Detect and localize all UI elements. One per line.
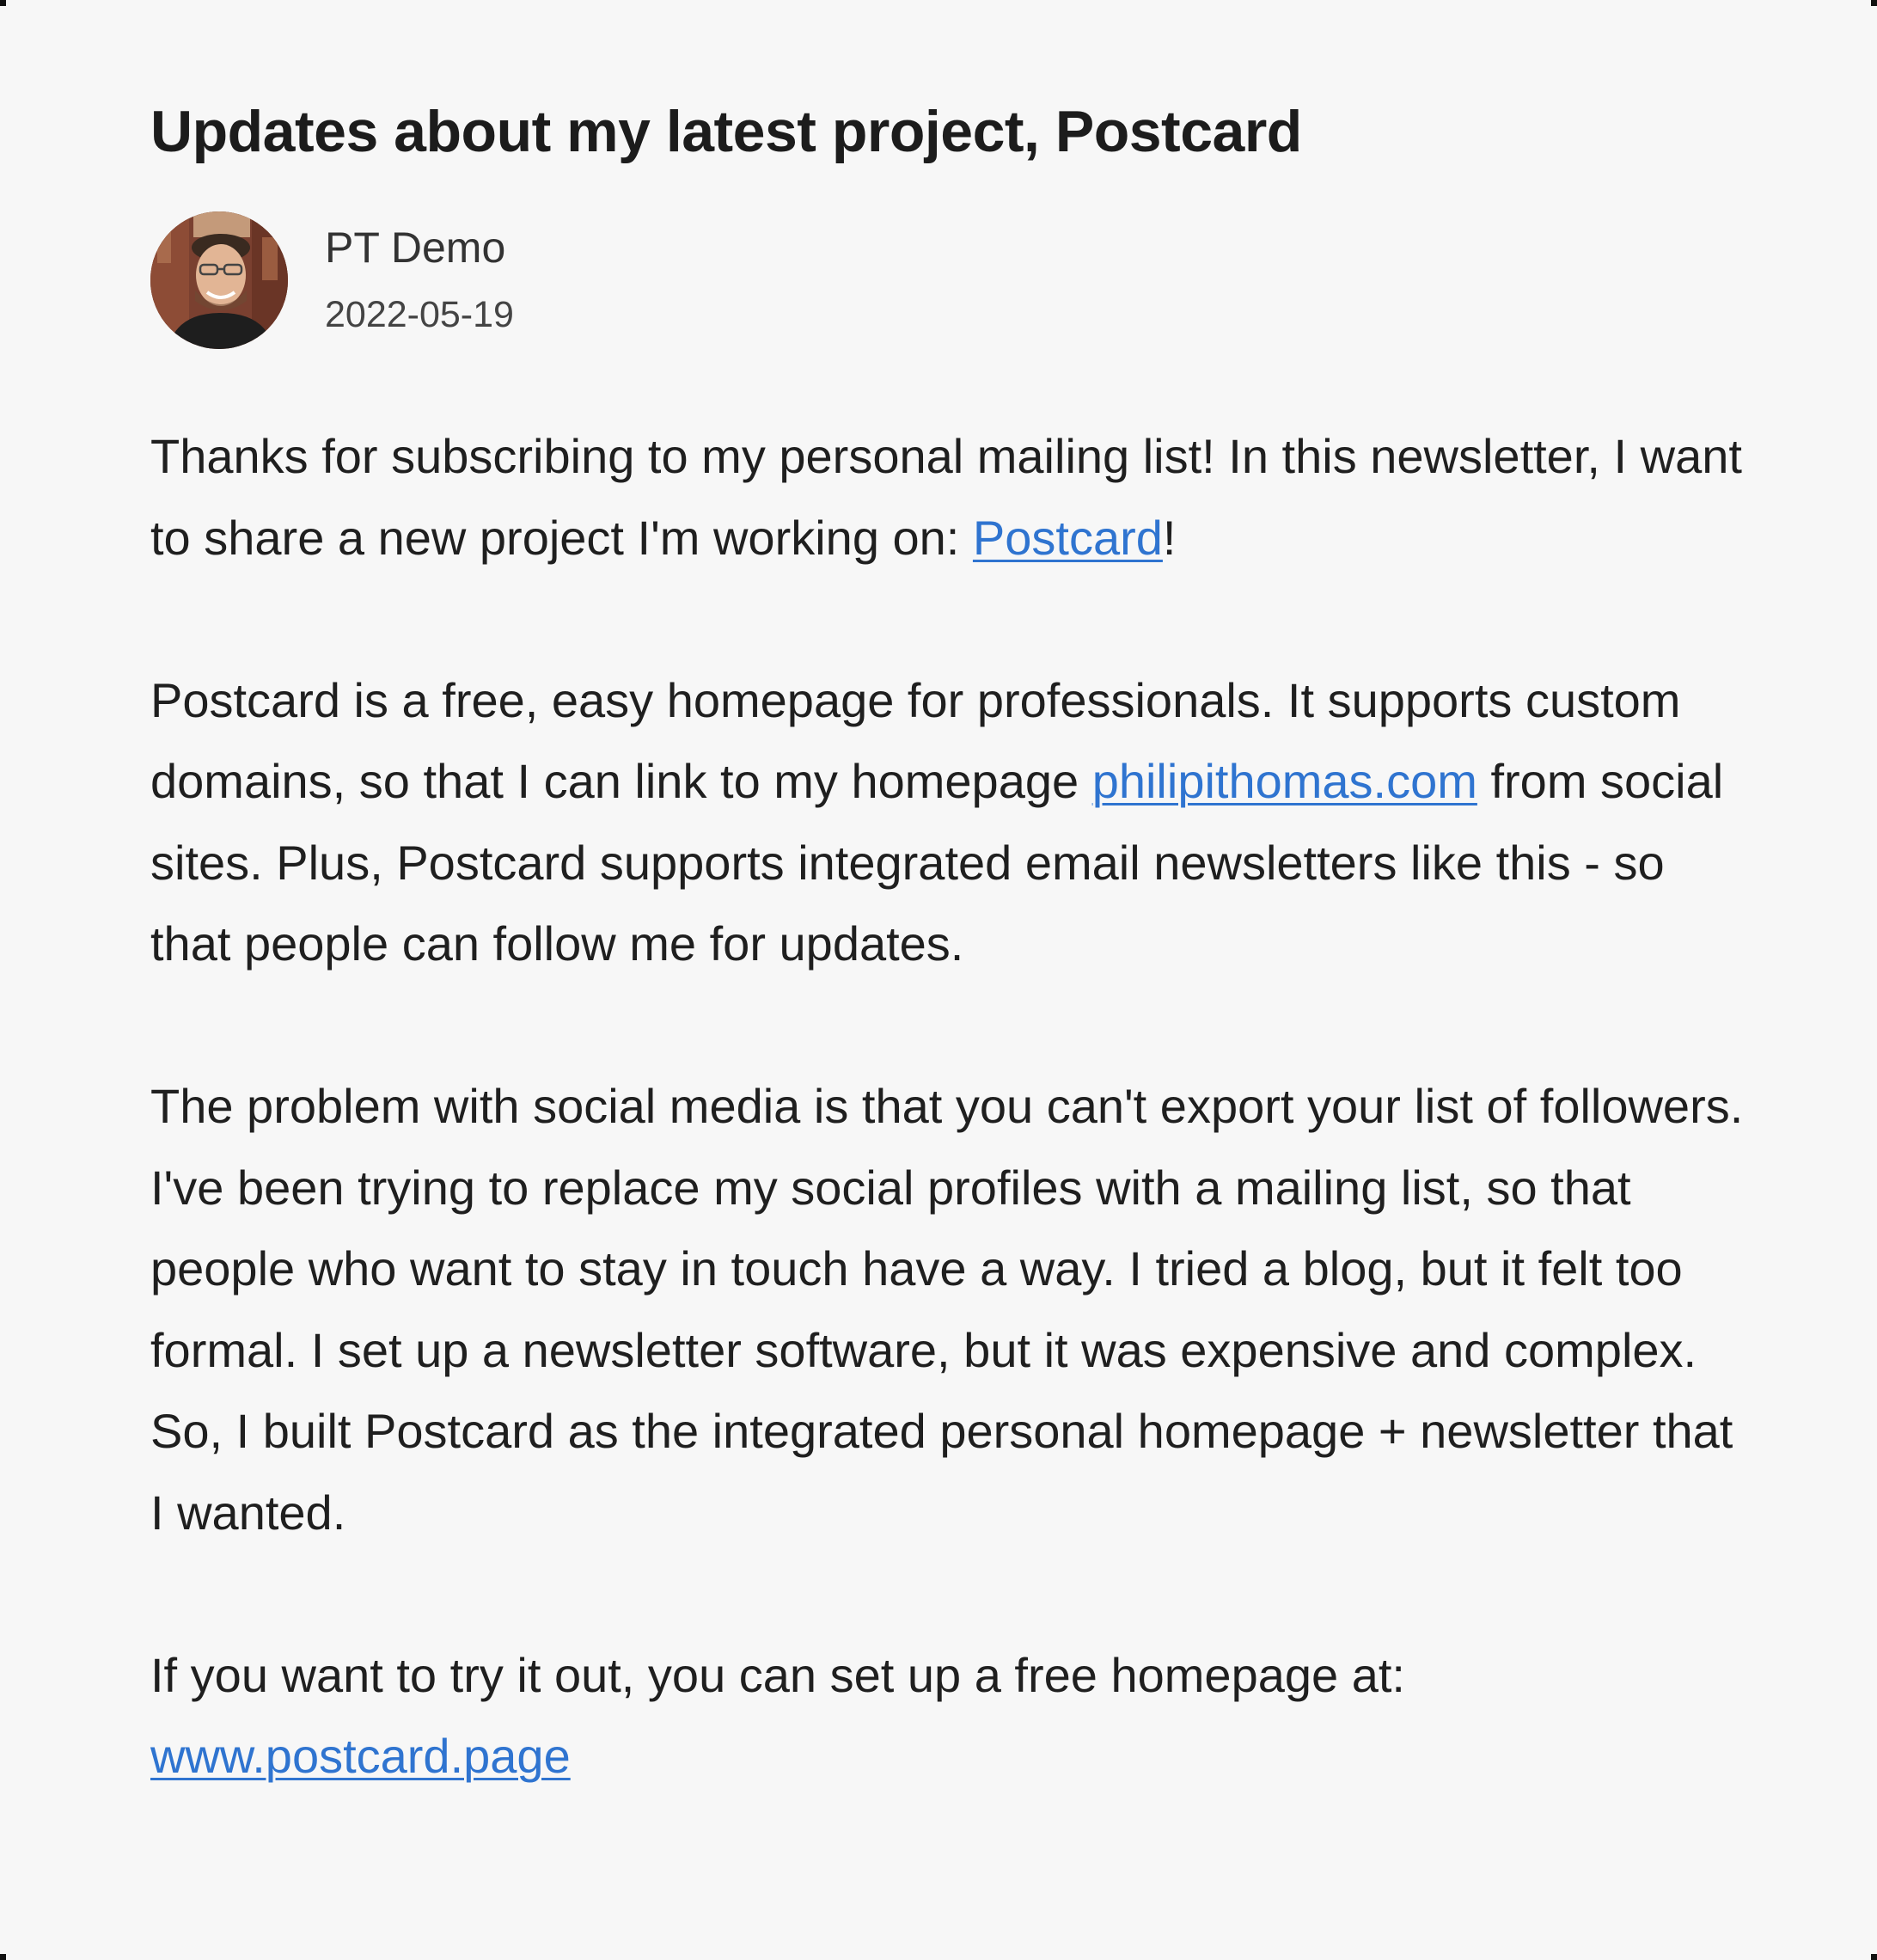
paragraph-text: The problem with social media is that yo… xyxy=(150,1079,1744,1540)
post-date: 2022-05-19 xyxy=(325,294,514,335)
homepage-link[interactable]: philipithomas.com xyxy=(1092,754,1477,808)
corner-mark xyxy=(0,1954,6,1960)
paragraph-text: If you want to try it out, you can set u… xyxy=(150,1647,1405,1702)
post-title: Updates about my latest project, Postcar… xyxy=(150,99,1302,164)
postcard-page-link[interactable]: www.postcard.page xyxy=(150,1729,571,1783)
paragraph-problem: The problem with social media is that yo… xyxy=(150,1066,1749,1553)
person-photo-icon xyxy=(150,211,288,349)
postcard-link[interactable]: Postcard xyxy=(973,511,1163,565)
avatar xyxy=(150,211,288,349)
corner-mark xyxy=(1871,0,1877,6)
paragraph-about: Postcard is a free, easy homepage for pr… xyxy=(150,660,1749,985)
author-block: PT Demo 2022-05-19 xyxy=(150,211,924,349)
post-body: Thanks for subscribing to my personal ma… xyxy=(150,416,1749,1798)
paragraph-cta: If you want to try it out, you can set u… xyxy=(150,1635,1749,1798)
paragraph-intro: Thanks for subscribing to my personal ma… xyxy=(150,416,1749,579)
corner-mark xyxy=(1871,1954,1877,1960)
paragraph-text: Thanks for subscribing to my personal ma… xyxy=(150,429,1742,565)
email-page: Updates about my latest project, Postcar… xyxy=(0,0,1877,1960)
paragraph-text: ! xyxy=(1162,510,1177,565)
author-name: PT Demo xyxy=(325,224,506,272)
corner-mark xyxy=(0,0,6,6)
